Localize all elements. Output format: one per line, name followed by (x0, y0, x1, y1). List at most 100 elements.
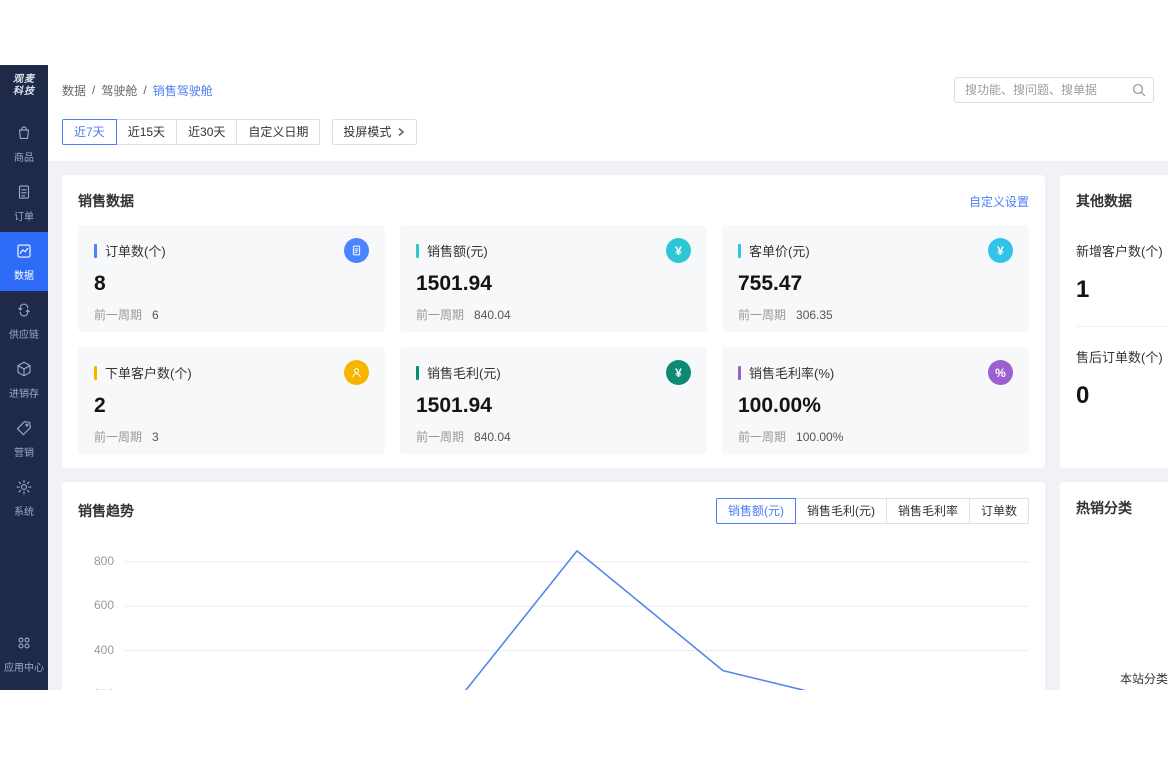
card-accent-bar (738, 244, 741, 258)
tab-gross-profit[interactable]: 销售毛利(元) (795, 498, 887, 524)
stat-label: 售后订单数(个) (1076, 347, 1168, 366)
prev-period-label: 前一周期 (416, 430, 464, 444)
breadcrumb-data[interactable]: 数据 (62, 82, 86, 99)
other-stat-aftersale-orders: 售后订单数(个) 0 (1076, 347, 1168, 410)
coin-yen-icon: ¥ (988, 238, 1013, 263)
sidebar-item-inventory[interactable]: 进销存 (0, 350, 48, 409)
card-title: 订单数(个) (105, 241, 166, 260)
filter-bar: 近7天 近15天 近30天 自定义日期 投屏模式 (48, 115, 1168, 161)
supply-chain-icon (15, 301, 33, 322)
sidebar-item-supply-chain[interactable]: 供应链 (0, 291, 48, 350)
card-title: 销售毛利率(%) (749, 363, 834, 382)
sales-trend-panel: 销售趋势 销售额(元) 销售毛利(元) 销售毛利率 订单数 2004006008… (62, 482, 1045, 690)
prev-period-value: 3 (152, 430, 159, 444)
sidebar-item-marketing[interactable]: 营销 (0, 409, 48, 468)
tab-last-30-days[interactable]: 近30天 (176, 119, 237, 145)
custom-settings-link[interactable]: 自定义设置 (969, 193, 1029, 210)
percent-icon: % (988, 360, 1013, 385)
stat-card-avg-order-value: 客单价(元) ¥ 755.47 前一周期306.35 (722, 225, 1029, 332)
y-axis-tick-label: 800 (78, 554, 114, 568)
order-icon (15, 183, 33, 204)
main-area: 数据 / 驾驶舱 / 销售驾驶舱 近7天 近15天 近30天 自定义日期 (48, 65, 1168, 690)
sidebar-item-label: 数据 (14, 267, 34, 282)
tab-gross-margin[interactable]: 销售毛利率 (886, 498, 970, 524)
prev-period-label: 前一周期 (738, 430, 786, 444)
app-window: 观麦 科技 商品 订单 数据 供应链 进销存 (0, 65, 1168, 690)
card-value: 2 (94, 394, 369, 418)
sidebar-item-system[interactable]: 系统 (0, 468, 48, 527)
sidebar-item-label: 应用中心 (4, 659, 44, 674)
prev-period-label: 前一周期 (738, 308, 786, 322)
sidebar-item-app-center[interactable]: 应用中心 (0, 622, 48, 686)
marketing-tag-icon (15, 419, 33, 440)
panel-title: 热销分类 (1076, 498, 1132, 518)
stat-card-gross-profit: 销售毛利(元) ¥ 1501.94 前一周期840.04 (400, 347, 707, 454)
hot-categories-panel: 热销分类 本站分类汇总 (1060, 482, 1168, 690)
breadcrumb-cockpit[interactable]: 驾驶舱 (101, 82, 137, 99)
card-accent-bar (738, 366, 741, 380)
tab-sales-amount[interactable]: 销售额(元) (716, 498, 796, 524)
prev-period-label: 前一周期 (416, 308, 464, 322)
person-icon (344, 360, 369, 385)
breadcrumb: 数据 / 驾驶舱 / 销售驾驶舱 (62, 82, 213, 99)
sidebar-nav: 商品 订单 数据 供应链 进销存 营销 (0, 114, 48, 527)
y-axis-tick-label: 600 (78, 598, 114, 612)
y-axis-tick-label: 400 (78, 643, 114, 657)
yen-icon: ¥ (666, 238, 691, 263)
tab-custom-date[interactable]: 自定义日期 (236, 119, 320, 145)
prev-period-value: 306.35 (796, 308, 833, 322)
stat-card-gross-margin: 销售毛利率(%) % 100.00% 前一周期 100.00% (722, 347, 1029, 454)
tab-last-7-days[interactable]: 近7天 (62, 119, 117, 145)
search-input[interactable] (954, 77, 1154, 103)
profit-yen-icon: ¥ (666, 360, 691, 385)
date-range-tabs: 近7天 近15天 近30天 自定义日期 (62, 119, 320, 145)
card-value: 755.47 (738, 272, 1013, 296)
sales-data-panel: 销售数据 自定义设置 订单数(个) 8 (62, 175, 1045, 468)
card-title: 销售额(元) (427, 241, 488, 260)
data-chart-icon (15, 242, 33, 263)
card-value: 100.00% (738, 394, 1013, 418)
card-value: 8 (94, 272, 369, 296)
card-accent-bar (94, 366, 97, 380)
other-stat-new-customers: 新增客户数(个) 1 (1076, 241, 1168, 327)
dashboard-content: 销售数据 自定义设置 订单数(个) 8 (48, 161, 1168, 690)
trend-chart-svg (124, 538, 1029, 690)
cast-mode-button[interactable]: 投屏模式 (332, 119, 417, 145)
prev-period-label: 前一周期 (94, 430, 142, 444)
order-doc-icon (344, 238, 369, 263)
tab-order-count[interactable]: 订单数 (969, 498, 1029, 524)
sidebar-item-orders[interactable]: 订单 (0, 173, 48, 232)
stat-card-sales-amount: 销售额(元) ¥ 1501.94 前一周期840.04 (400, 225, 707, 332)
sidebar-item-goods[interactable]: 商品 (0, 114, 48, 173)
panel-title: 销售数据 (78, 191, 134, 211)
global-search (954, 77, 1154, 103)
sidebar: 观麦 科技 商品 订单 数据 供应链 进销存 (0, 65, 48, 690)
chevron-right-icon (396, 127, 406, 137)
sidebar-item-label: 订单 (14, 208, 34, 223)
breadcrumb-separator: / (143, 83, 146, 97)
trend-metric-tabs: 销售额(元) 销售毛利(元) 销售毛利率 订单数 (716, 498, 1029, 524)
stat-cards: 订单数(个) 8 前一周期6 销售额(元) (78, 225, 1029, 454)
hot-categories-footer-label: 本站分类汇总 (1120, 670, 1168, 687)
cast-mode-label: 投屏模式 (343, 125, 391, 139)
bag-icon (15, 124, 33, 145)
sidebar-item-label: 商品 (14, 149, 34, 164)
stat-card-order-count: 订单数(个) 8 前一周期6 (78, 225, 385, 332)
prev-period-value: 100.00% (796, 430, 843, 444)
panel-title: 销售趋势 (78, 501, 134, 521)
apps-icon (15, 634, 33, 655)
card-accent-bar (416, 366, 419, 380)
sidebar-item-data[interactable]: 数据 (0, 232, 48, 291)
tab-last-15-days[interactable]: 近15天 (116, 119, 177, 145)
breadcrumb-separator: / (92, 83, 95, 97)
brand-logo: 观麦 科技 (13, 65, 35, 108)
card-title: 下单客户数(个) (105, 363, 192, 382)
left-column: 销售数据 自定义设置 订单数(个) 8 (62, 175, 1045, 690)
search-icon[interactable] (1131, 82, 1147, 98)
prev-period-value: 840.04 (474, 308, 511, 322)
card-accent-bar (416, 244, 419, 258)
sidebar-item-label: 营销 (14, 444, 34, 459)
stat-value: 1 (1076, 276, 1168, 304)
sidebar-item-label: 进销存 (9, 385, 39, 400)
stat-label: 新增客户数(个) (1076, 241, 1168, 260)
